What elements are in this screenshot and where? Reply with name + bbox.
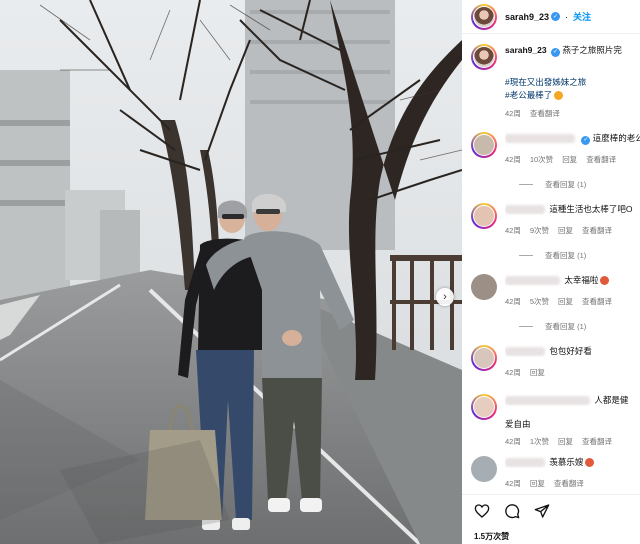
blurred-username bbox=[505, 205, 545, 215]
comment-text-continued: 爱自由 bbox=[505, 419, 531, 429]
commenter-avatar[interactable] bbox=[471, 132, 497, 158]
post-header: sarah9_23 ✓ · 关注 bbox=[462, 0, 640, 34]
comment-likes[interactable]: 5次赞 bbox=[530, 296, 549, 307]
caption-text-block: sarah9_23 ✓ 燕子之旅照片完 bbox=[505, 44, 622, 57]
comment-text-block: 人都是健 bbox=[505, 394, 628, 406]
translate-link[interactable]: 查看翻译 bbox=[582, 225, 612, 236]
comment-time: 42周 bbox=[505, 437, 521, 446]
commenter-avatar[interactable] bbox=[471, 345, 497, 371]
reply-button[interactable]: 回复 bbox=[558, 225, 573, 236]
comment-item: 這種生活也太棒了吧O 42周 9次赞 回复 查看翻译 bbox=[471, 203, 640, 236]
reply-button[interactable]: 回复 bbox=[530, 367, 545, 378]
translate-link[interactable]: 查看翻译 bbox=[554, 478, 584, 489]
blurred-username bbox=[505, 134, 575, 144]
comment-item: 羡慕乐嫂 42周 回复 查看翻译 bbox=[471, 456, 640, 489]
emoji-icon bbox=[585, 458, 595, 468]
caption-text: 燕子之旅照片完 bbox=[562, 45, 622, 55]
comment-meta: 42周 回复 bbox=[505, 367, 640, 378]
comment-text: 這種生活也太棒了吧O bbox=[549, 204, 633, 214]
comment-likes[interactable]: 10次赞 bbox=[530, 154, 553, 165]
comment-text-block: 太幸福啦 bbox=[505, 274, 610, 286]
comment-text: 這麼棒的老公 bbox=[592, 133, 640, 143]
comment-text: 太幸福啦 bbox=[564, 275, 599, 285]
comment-bubble-icon[interactable] bbox=[504, 503, 520, 519]
post-photo: › bbox=[0, 0, 462, 544]
reply-button[interactable]: 回复 bbox=[558, 436, 573, 447]
view-replies-link[interactable]: 查看回复 (1) bbox=[519, 250, 586, 261]
verified-badge-icon: ✓ bbox=[551, 12, 561, 21]
verified-badge-icon: ✓ bbox=[581, 135, 591, 145]
comment-meta: 42周 回复 查看翻译 bbox=[505, 478, 640, 489]
comment-text-block: 羡慕乐嫂 bbox=[505, 456, 595, 468]
caption-avatar[interactable] bbox=[471, 44, 497, 70]
comment-text-block: ✓ 這麼棒的老公 bbox=[505, 132, 640, 145]
author-username[interactable]: sarah9_23 bbox=[505, 12, 549, 22]
comment-item: 太幸福啦 42周 5次赞 回复 查看翻译 bbox=[471, 274, 640, 307]
author-avatar[interactable] bbox=[471, 3, 497, 30]
reply-button[interactable]: 回复 bbox=[558, 296, 573, 307]
commenter-avatar[interactable] bbox=[471, 456, 497, 482]
blurred-username bbox=[505, 347, 545, 357]
comment-time: 42周 bbox=[505, 479, 521, 488]
comment-item: 人都是健 爱自由 42周 1次赞 回复 查看翻译 bbox=[471, 394, 640, 447]
caption-meta: 42周 查看翻译 bbox=[505, 108, 640, 119]
comment-text: 包包好好看 bbox=[549, 346, 592, 356]
comment-meta: 42周 5次赞 回复 查看翻译 bbox=[505, 296, 640, 307]
hashtag-link[interactable]: #老公最棒了 bbox=[505, 90, 552, 100]
comment-text-block: 包包好好看 bbox=[505, 345, 592, 357]
translate-link[interactable]: 查看翻译 bbox=[530, 108, 560, 119]
translate-link[interactable]: 查看翻译 bbox=[582, 296, 612, 307]
comment-item: ✓ 這麼棒的老公 42周 10次赞 回复 查看翻译 bbox=[471, 132, 640, 165]
caption-username[interactable]: sarah9_23 bbox=[505, 45, 547, 55]
caption: sarah9_23 ✓ 燕子之旅照片完 #現在又出發姊妹之旅 #老公最棒了 42… bbox=[471, 44, 640, 119]
comment-time: 42周 bbox=[505, 297, 521, 306]
view-replies-link[interactable]: 查看回复 (1) bbox=[519, 321, 586, 332]
verified-badge-icon: ✓ bbox=[550, 47, 560, 57]
commenter-avatar[interactable] bbox=[471, 394, 497, 420]
comment-meta: 42周 10次赞 回复 查看翻译 bbox=[505, 154, 640, 165]
translate-link[interactable]: 查看翻译 bbox=[586, 154, 616, 165]
heart-icon[interactable] bbox=[474, 503, 490, 519]
blurred-username bbox=[505, 276, 560, 286]
blurred-username bbox=[505, 458, 545, 468]
translate-link[interactable]: 查看翻译 bbox=[582, 436, 612, 447]
hashtag-link[interactable]: #現在又出發姊妹之旅 bbox=[505, 76, 640, 89]
comment-time: 42周 bbox=[505, 226, 521, 235]
commenter-avatar[interactable] bbox=[471, 274, 497, 300]
chevron-right-icon: › bbox=[443, 290, 447, 303]
comments-feed[interactable]: sarah9_23 ✓ 燕子之旅照片完 #現在又出發姊妹之旅 #老公最棒了 42… bbox=[462, 34, 640, 492]
comment-likes[interactable]: 9次赞 bbox=[530, 225, 549, 236]
view-replies-link[interactable]: 查看回复 (1) bbox=[519, 179, 586, 190]
follow-button[interactable]: 关注 bbox=[573, 10, 591, 23]
blurred-username bbox=[505, 396, 590, 406]
smiley-emoji-icon bbox=[554, 91, 564, 101]
comment-item: 包包好好看 42周 回复 bbox=[471, 345, 640, 378]
comment-text-block: 這種生活也太棒了吧O bbox=[505, 203, 633, 215]
comment-time: 42周 bbox=[505, 368, 521, 377]
post-actions: 1.5万次赞 bbox=[462, 494, 640, 544]
like-count[interactable]: 1.5万次赞 bbox=[474, 531, 509, 542]
separator-dot: · bbox=[565, 11, 569, 22]
post-sidebar: sarah9_23 ✓ · 关注 sarah9_23 ✓ 燕子之旅照片完 #現在… bbox=[462, 0, 640, 544]
reply-button[interactable]: 回复 bbox=[562, 154, 577, 165]
paper-plane-icon[interactable] bbox=[534, 503, 550, 519]
comment-text: 人都是健 bbox=[594, 395, 629, 405]
comment-meta: 42周 1次赞 回复 查看翻译 bbox=[505, 436, 640, 447]
commenter-avatar[interactable] bbox=[471, 203, 497, 229]
comment-time: 42周 bbox=[505, 155, 521, 164]
street-photo-illustration bbox=[0, 0, 462, 544]
comment-likes[interactable]: 1次赞 bbox=[530, 436, 549, 447]
emoji-icon bbox=[600, 276, 610, 286]
caption-time: 42周 bbox=[505, 109, 521, 118]
comment-text: 羡慕乐嫂 bbox=[549, 457, 584, 467]
comment-meta: 42周 9次赞 回复 查看翻译 bbox=[505, 225, 640, 236]
caption-hashtags: #現在又出發姊妹之旅 #老公最棒了 bbox=[505, 76, 640, 102]
reply-button[interactable]: 回复 bbox=[530, 478, 545, 489]
next-photo-button[interactable]: › bbox=[436, 288, 454, 306]
